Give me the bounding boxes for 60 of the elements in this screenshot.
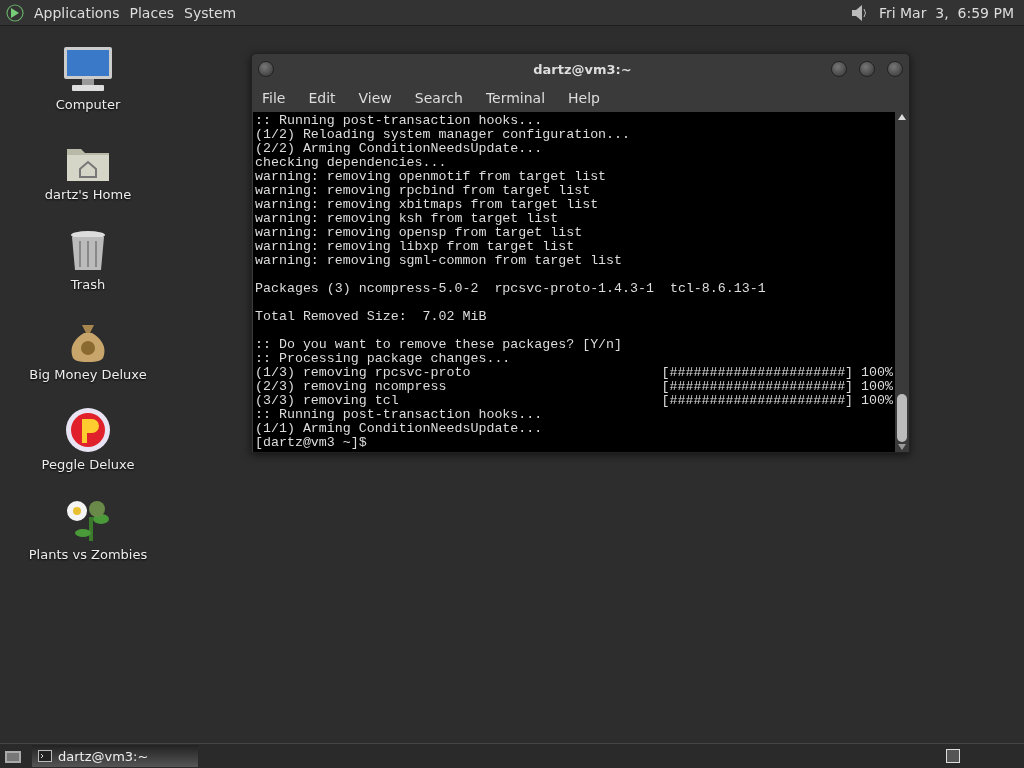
progress-percent: 100% — [860, 380, 893, 394]
menu-item[interactable]: Terminal — [485, 90, 562, 106]
progress-percent: 100% — [860, 366, 893, 380]
terminal-icon — [38, 750, 52, 762]
scroll-up-icon[interactable] — [898, 114, 906, 120]
terminal-line: warning: removing rpcbind from target list — [255, 184, 591, 198]
computer-icon[interactable] — [62, 45, 114, 93]
desktop-icon-label[interactable]: dartz's Home — [44, 187, 132, 202]
terminal-line: (1/3) removing rpcsvc-proto — [255, 366, 471, 380]
maximize-button[interactable] — [859, 61, 875, 77]
terminal-line: :: Do you want to remove these packages? [Y/n] — [255, 338, 623, 352]
window-title: dartz@vm3:~ — [533, 61, 632, 77]
terminal-line: (1/1) Arming ConditionNeedsUpdate... — [255, 422, 543, 436]
panel-menu[interactable]: System — [184, 4, 237, 21]
desktop-icon-label[interactable]: Big Money Deluxe — [29, 367, 147, 382]
menu-logo-icon[interactable] — [6, 3, 24, 22]
clock[interactable]: Fri Mar 3, 6:59 PM — [878, 4, 1014, 21]
panel-menu[interactable]: Applications — [34, 4, 120, 21]
terminal-line: (2/2) Arming ConditionNeedsUpdate... — [255, 142, 543, 156]
menu-item[interactable]: File — [262, 90, 302, 106]
menu-item[interactable]: Help — [568, 90, 616, 106]
desktop-icon-label[interactable]: Peggle Deluxe — [41, 457, 135, 472]
terminal-line: checking dependencies... — [255, 156, 447, 170]
terminal-line: :: Running post-transaction hooks... — [255, 408, 543, 422]
scrollbar[interactable] — [895, 112, 909, 452]
terminal-line: (3/3) removing tcl — [255, 394, 399, 408]
terminal-line: (1/2) Reloading system manager configuration... — [255, 128, 631, 142]
terminal-line: warning: removing xbitmaps from target list — [255, 198, 599, 212]
scroll-down-icon[interactable] — [898, 444, 906, 450]
terminal-line: warning: removing openmotif from target list — [255, 170, 607, 184]
desktop-icon-label[interactable]: Trash — [70, 277, 106, 292]
terminal-line: warning: removing libxp from target list — [255, 240, 575, 254]
window-menu-button[interactable] — [258, 61, 274, 77]
progress-bar-text: [######################] — [661, 380, 854, 394]
desktop-icon-label[interactable]: Computer — [55, 97, 121, 112]
desktop-icon-label[interactable]: Plants vs Zombies — [28, 547, 148, 562]
menu-item[interactable]: Search — [414, 90, 479, 106]
menu-item[interactable]: Edit — [308, 90, 352, 106]
terminal-line: warning: removing opensp from target list — [255, 226, 583, 240]
terminal-line: warning: removing ksh from target list — [255, 212, 559, 226]
progress-bar-text: [######################] — [661, 366, 854, 380]
progress-bar-text: [######################] — [661, 394, 854, 408]
close-button[interactable] — [887, 61, 903, 77]
scroll-thumb[interactable] — [897, 394, 907, 442]
trash-icon[interactable] — [68, 229, 108, 273]
menu-item[interactable]: View — [358, 90, 408, 106]
panel-menu[interactable]: Places — [129, 4, 175, 21]
terminal-line: [dartz@vm3 ~]$ — [255, 436, 367, 450]
taskbar-button[interactable]: dartz@vm3:~ — [32, 745, 198, 767]
terminal-line: (2/3) removing ncompress — [255, 380, 447, 394]
terminal-line: Packages (3) ncompress-5.0-2 rpcsvc-proto-1.4.3-1 tcl-8.6.13-1 — [255, 282, 766, 296]
terminal-line: warning: removing sgml-common from target list — [255, 254, 623, 268]
progress-percent: 100% — [860, 394, 893, 408]
terminal-line: Total Removed Size: 7.02 MiB — [255, 310, 487, 324]
minimize-button[interactable] — [831, 61, 847, 77]
terminal-line: :: Running post-transaction hooks... — [255, 114, 543, 128]
desktop-icon[interactable] — [4, 748, 22, 764]
ball-icon[interactable] — [65, 407, 111, 453]
terminal-line: :: Processing package changes... — [255, 352, 511, 366]
workspace-switcher[interactable] — [946, 749, 960, 763]
